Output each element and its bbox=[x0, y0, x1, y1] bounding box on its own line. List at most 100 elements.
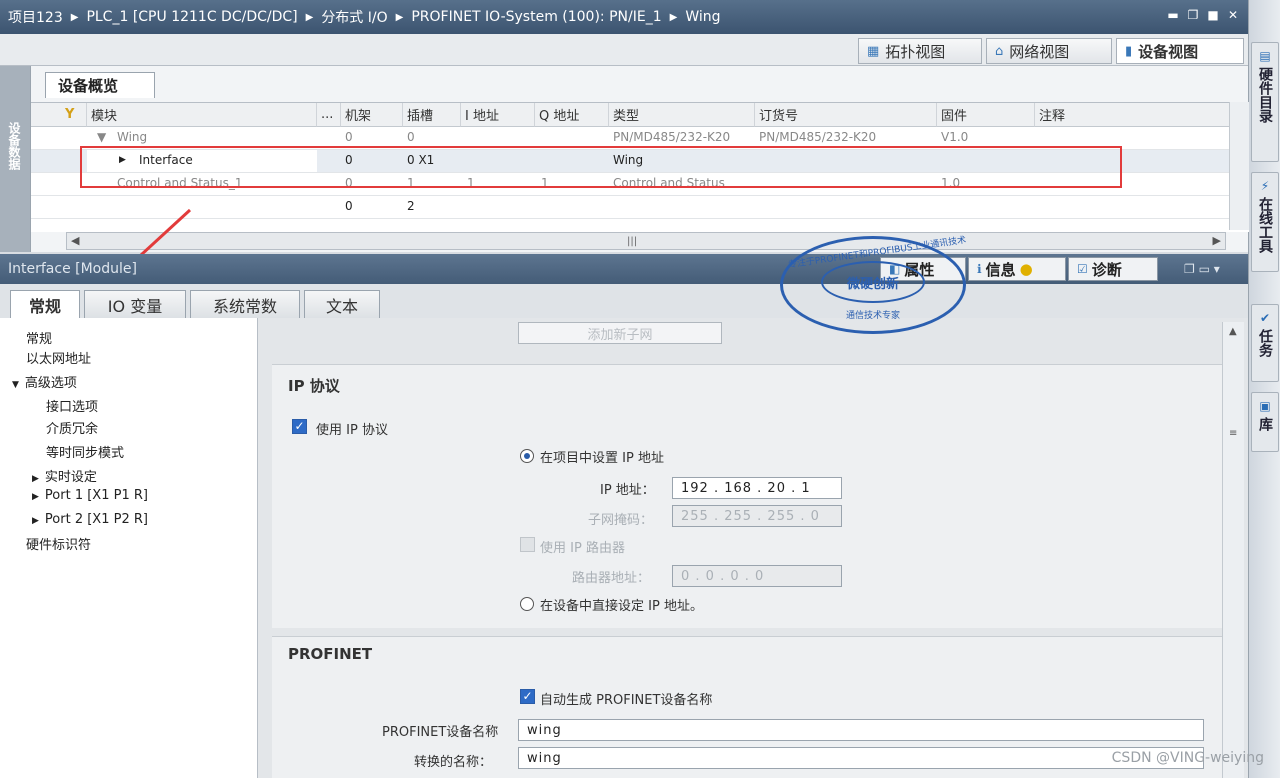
router-address-input[interactable]: 0 . 0 . 0 . 0 bbox=[672, 565, 842, 587]
libraries-tab[interactable]: ▣ 库 bbox=[1251, 392, 1279, 452]
scroll-right-icon[interactable]: ▶ bbox=[1213, 234, 1221, 247]
auto-generate-name-label: 自动生成 PROFINET设备名称 bbox=[540, 693, 713, 708]
network-icon: ⌂ bbox=[995, 43, 1004, 59]
overview-horizontal-scrollbar[interactable]: ◀ ||| ▶ bbox=[66, 232, 1226, 250]
scroll-left-icon[interactable]: ◀ bbox=[71, 234, 79, 247]
scroll-thumb[interactable]: ||| bbox=[627, 236, 637, 247]
breadcrumb-io-system[interactable]: PROFINET IO-System (100): PN/IE_1 bbox=[411, 9, 661, 25]
column-header-more[interactable]: ... bbox=[317, 103, 341, 127]
breadcrumb-project[interactable]: 项目123 bbox=[8, 7, 63, 27]
column-filter-icon[interactable]: Y bbox=[31, 103, 87, 127]
expand-arrow-icon[interactable]: ▶ bbox=[32, 516, 39, 526]
expand-arrow-icon[interactable]: ▼ bbox=[97, 130, 106, 144]
tab-texts[interactable]: 文本 bbox=[304, 290, 380, 318]
subnet-mask-input[interactable]: 255 . 255 . 255 . 0 bbox=[672, 505, 842, 527]
table-row[interactable]: 0 2 bbox=[31, 196, 1231, 219]
inspector-nav-tree: 常规 以太网地址 ▼ 高级选项 接口选项 介质冗余 等时同步模式 ▶ 实时设定 ▶ P… bbox=[0, 318, 258, 778]
device-data-gutter[interactable]: 设备数据 bbox=[0, 66, 30, 252]
subnet-mask-label: 子网掩码： bbox=[588, 513, 654, 528]
close-icon[interactable]: ✕ bbox=[1226, 8, 1240, 22]
use-router-checkbox[interactable] bbox=[520, 537, 535, 552]
diagnostics-tab[interactable]: ☑ 诊断 bbox=[1068, 257, 1158, 281]
ip-protocol-section: IP 协议 ✓ 使用 IP 协议 在项目中设置 IP 地址 IP 地址： 192… bbox=[272, 364, 1222, 628]
nav-port-2[interactable]: ▶ Port 2 [X1 P2 R] bbox=[32, 512, 148, 527]
maximize-icon[interactable]: ■ bbox=[1206, 8, 1220, 22]
tab-system-constants[interactable]: 系统常数 bbox=[190, 290, 300, 318]
column-header-firmware[interactable]: 固件 bbox=[937, 103, 1035, 127]
nav-realtime-settings[interactable]: ▶ 实时设定 bbox=[32, 466, 97, 485]
profinet-device-name-input[interactable]: wing bbox=[518, 719, 1204, 741]
device-icon: ▮ bbox=[1125, 43, 1133, 59]
scroll-up-icon[interactable]: ▲ bbox=[1229, 326, 1237, 337]
inspector-content: 添加新子网 IP 协议 ✓ 使用 IP 协议 在项目中设置 IP 地址 IP 地… bbox=[258, 318, 1248, 778]
column-header-rack[interactable]: 机架 bbox=[341, 103, 403, 127]
use-ip-protocol-checkbox[interactable]: ✓ bbox=[292, 419, 307, 434]
breadcrumb-separator-icon: ▶ bbox=[305, 11, 314, 23]
device-view-tab[interactable]: ▮ 设备视图 bbox=[1116, 38, 1244, 64]
company-stamp: 专注于PROFINET和PROFIBUS工业通讯技术 微硬创新 通信技术专家 bbox=[780, 236, 967, 334]
topology-view-tab[interactable]: ▦ 拓扑视图 bbox=[858, 38, 982, 64]
expand-arrow-icon[interactable]: ▶ bbox=[32, 492, 39, 502]
ip-address-input[interactable]: 192 . 168 . 20 . 1 bbox=[672, 477, 842, 499]
tab-io-tags[interactable]: IO 变量 bbox=[84, 290, 186, 318]
column-header-module[interactable]: 模块 bbox=[87, 103, 317, 127]
diagnostics-icon: ☑ bbox=[1077, 262, 1088, 276]
converted-name-input[interactable]: wing bbox=[518, 747, 1204, 769]
hardware-catalog-tab[interactable]: ▤ 硬件目录 bbox=[1251, 42, 1279, 162]
set-ip-in-project-label: 在项目中设置 IP 地址 bbox=[540, 451, 664, 466]
window-controls: ▬ ❐ ■ ✕ bbox=[1166, 8, 1240, 22]
watermark: CSDN @VING-weiying bbox=[1111, 750, 1264, 766]
expand-arrow-icon[interactable]: ▼ bbox=[12, 380, 19, 390]
tasks-tab[interactable]: ✔ 任务 bbox=[1251, 304, 1279, 382]
topology-icon: ▦ bbox=[867, 43, 880, 59]
profinet-title: PROFINET bbox=[288, 645, 373, 663]
online-tools-tab[interactable]: ⚡ 在线工具 bbox=[1251, 172, 1279, 272]
column-header-i-address[interactable]: I 地址 bbox=[461, 103, 535, 127]
expand-arrow-icon[interactable]: ▶ bbox=[32, 474, 39, 484]
router-address-label: 路由器地址： bbox=[572, 571, 651, 586]
breadcrumb-distributed-io[interactable]: 分布式 I/O bbox=[321, 7, 387, 27]
nav-media-redundancy[interactable]: 介质冗余 bbox=[46, 418, 98, 437]
tools-icon: ⚡ bbox=[1258, 179, 1272, 193]
nav-port-1[interactable]: ▶ Port 1 [X1 P1 R] bbox=[32, 488, 148, 503]
nav-ethernet-addresses[interactable]: 以太网地址 bbox=[26, 348, 91, 367]
device-overview-tab[interactable]: 设备概览 bbox=[45, 72, 155, 98]
breadcrumb-separator-icon: ▶ bbox=[395, 11, 404, 23]
panel-float-icon[interactable]: ❐ ▭ ▾ bbox=[1184, 262, 1220, 276]
profinet-section: PROFINET ✓ 自动生成 PROFINET设备名称 PROFINET设备名… bbox=[272, 636, 1222, 778]
breadcrumb-device[interactable]: Wing bbox=[685, 9, 720, 25]
set-ip-on-device-radio[interactable] bbox=[520, 597, 534, 611]
profinet-device-name-label: PROFINET设备名称 bbox=[382, 725, 499, 740]
column-header-comment[interactable]: 注释 bbox=[1035, 103, 1229, 127]
content-vertical-scrollbar[interactable]: ▲ ≡ bbox=[1222, 322, 1244, 778]
column-header-slot[interactable]: 插槽 bbox=[403, 103, 461, 127]
nav-isochronous-mode[interactable]: 等时同步模式 bbox=[46, 442, 124, 461]
network-view-tab[interactable]: ⌂ 网络视图 bbox=[986, 38, 1112, 64]
splitter-handle[interactable] bbox=[246, 520, 254, 580]
nav-hardware-identifier[interactable]: 硬件标识符 bbox=[26, 534, 91, 553]
set-ip-in-project-radio[interactable] bbox=[520, 449, 534, 463]
ip-address-label: IP 地址： bbox=[600, 483, 655, 498]
info-icon: ℹ bbox=[977, 262, 982, 276]
nav-general[interactable]: 常规 bbox=[26, 328, 52, 347]
auto-generate-name-checkbox[interactable]: ✓ bbox=[520, 689, 535, 704]
add-new-subnet-button[interactable]: 添加新子网 bbox=[518, 322, 722, 344]
converted-name-label: 转换的名称： bbox=[414, 755, 493, 770]
nav-interface-options[interactable]: 接口选项 bbox=[46, 396, 98, 415]
minimize-icon[interactable]: ▬ bbox=[1166, 8, 1180, 22]
tasks-icon: ✔ bbox=[1258, 311, 1272, 325]
highlight-interface-row bbox=[80, 146, 1122, 188]
ip-protocol-title: IP 协议 bbox=[288, 377, 340, 395]
breadcrumb-plc[interactable]: PLC_1 [CPU 1211C DC/DC/DC] bbox=[86, 9, 297, 25]
tab-general[interactable]: 常规 bbox=[10, 290, 80, 318]
column-header-order-number[interactable]: 订货号 bbox=[755, 103, 937, 127]
overview-vertical-scrollbar[interactable] bbox=[1229, 102, 1249, 230]
task-card-panel: ▤ 硬件目录 ⚡ 在线工具 ✔ 任务 ▣ 库 bbox=[1248, 0, 1280, 778]
use-router-label: 使用 IP 路由器 bbox=[540, 541, 625, 556]
nav-advanced-options[interactable]: ▼ 高级选项 bbox=[12, 372, 77, 391]
column-header-q-address[interactable]: Q 地址 bbox=[535, 103, 609, 127]
restore-icon[interactable]: ❐ bbox=[1186, 8, 1200, 22]
column-header-type[interactable]: 类型 bbox=[609, 103, 755, 127]
info-tab[interactable]: ℹ 信息 ● bbox=[968, 257, 1066, 281]
scroll-thumb[interactable]: ≡ bbox=[1229, 428, 1237, 439]
